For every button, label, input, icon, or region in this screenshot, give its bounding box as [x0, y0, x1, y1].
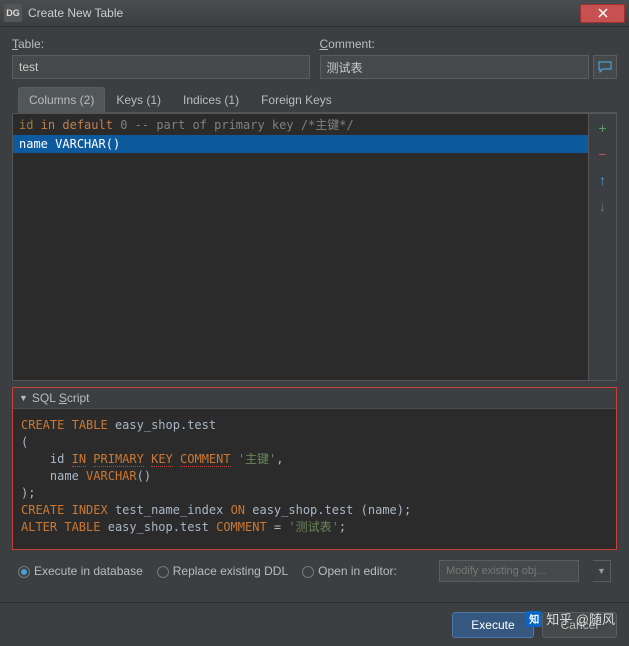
remove-column-button[interactable]: − [595, 146, 611, 162]
columns-area: id in default 0 -- part of primary key /… [12, 113, 617, 381]
comment-expand-button[interactable] [593, 55, 617, 79]
add-column-button[interactable]: + [595, 120, 611, 136]
radio-icon [157, 566, 169, 578]
column-row[interactable]: name VARCHAR() [13, 135, 588, 153]
collapse-icon: ▼ [19, 393, 28, 403]
titlebar: DG Create New Table [0, 0, 629, 27]
execute-button[interactable]: Execute [452, 612, 533, 638]
cancel-button[interactable]: Cancel [542, 612, 617, 638]
move-down-button[interactable]: ↓ [595, 198, 611, 214]
sql-script-section: ▼ SQL Script CREATE TABLE easy_shop.test… [12, 387, 617, 550]
columns-list[interactable]: id in default 0 -- part of primary key /… [13, 114, 588, 380]
tabs: Columns (2) Keys (1) Indices (1) Foreign… [18, 87, 617, 113]
chevron-down-icon: ▼ [597, 566, 606, 576]
editor-combo[interactable]: Modify existing obj... [439, 560, 579, 582]
option-execute-db[interactable]: Execute in database [18, 564, 143, 578]
column-gutter: + − ↑ ↓ [588, 114, 616, 380]
table-input[interactable] [12, 55, 310, 79]
tab-columns[interactable]: Columns (2) [18, 87, 105, 112]
execute-options: Execute in database Replace existing DDL… [12, 550, 617, 588]
table-label: Table: [12, 37, 310, 51]
sql-script-body[interactable]: CREATE TABLE easy_shop.test ( id IN PRIM… [13, 409, 616, 549]
sql-script-header[interactable]: ▼ SQL Script [13, 388, 616, 409]
column-row[interactable]: id in default 0 -- part of primary key /… [13, 114, 588, 135]
tab-indices[interactable]: Indices (1) [172, 87, 250, 112]
combo-arrow-button[interactable]: ▼ [593, 560, 611, 582]
radio-icon [18, 566, 30, 578]
comment-input[interactable] [320, 55, 590, 79]
option-open-editor[interactable]: Open in editor: [302, 564, 397, 578]
move-up-button[interactable]: ↑ [595, 172, 611, 188]
app-icon: DG [4, 4, 22, 22]
close-button[interactable] [580, 4, 625, 23]
window-title: Create New Table [28, 6, 580, 20]
comment-label: Comment: [320, 37, 618, 51]
option-replace-ddl[interactable]: Replace existing DDL [157, 564, 288, 578]
radio-icon [302, 566, 314, 578]
close-icon [598, 8, 608, 18]
speech-bubble-icon [598, 61, 612, 73]
tab-keys[interactable]: Keys (1) [105, 87, 172, 112]
dialog-footer: Execute Cancel [0, 602, 629, 646]
tab-foreign-keys[interactable]: Foreign Keys [250, 87, 343, 112]
